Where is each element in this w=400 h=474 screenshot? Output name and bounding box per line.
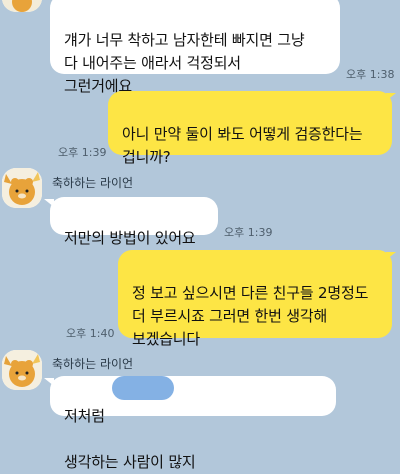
message-text: 생각하는 사람이 많지 bbox=[64, 453, 196, 471]
message-time: 오후 1:39 bbox=[224, 226, 273, 239]
message-bubble-incoming[interactable]: 저처럼 생각하는 사람이 많지 bbox=[50, 376, 336, 471]
bubble-tail bbox=[44, 378, 54, 386]
message-time: 오후 1:39 bbox=[58, 146, 107, 159]
message-bubble-incoming[interactable]: 저만의 방법이 있어요 bbox=[50, 197, 218, 247]
avatar[interactable] bbox=[2, 0, 42, 12]
sender-name: 축하하는 라이언 bbox=[52, 176, 134, 190]
ryan-icon bbox=[2, 350, 42, 390]
ryan-icon bbox=[2, 168, 42, 208]
sender-name: 축하하는 라이언 bbox=[52, 357, 134, 371]
message-bubble-incoming[interactable]: 걔가 너무 착하고 남자한테 빠지면 그냥 다 내어주는 애라서 걱정되서 그런… bbox=[50, 0, 340, 95]
message-time: 오후 1:38 bbox=[346, 68, 395, 81]
message-text: 저만의 방법이 있어요 bbox=[64, 229, 196, 247]
message-text: 정 보고 싶으시면 다른 친구들 2명정도 더 부르시죠 그러면 한번 생각해 … bbox=[132, 284, 369, 348]
bubble-tail bbox=[386, 252, 396, 260]
avatar[interactable] bbox=[2, 350, 42, 390]
redaction-blur bbox=[112, 376, 174, 400]
message-bubble-outgoing[interactable]: 아니 만약 둘이 봐도 어떻게 검증한다는 겁니까? bbox=[108, 91, 392, 166]
avatar[interactable] bbox=[2, 168, 42, 208]
message-text: 아니 만약 둘이 봐도 어떻게 검증한다는 겁니까? bbox=[122, 125, 363, 166]
message-bubble-outgoing[interactable]: 정 보고 싶으시면 다른 친구들 2명정도 더 부르시죠 그러면 한번 생각해 … bbox=[118, 250, 392, 348]
bubble-tail bbox=[44, 199, 54, 207]
message-time: 오후 1:40 bbox=[66, 327, 115, 340]
message-text: 저처럼 bbox=[64, 407, 105, 425]
message-text: 걔가 너무 착하고 남자한테 빠지면 그냥 다 내어주는 애라서 걱정되서 그런… bbox=[64, 31, 305, 95]
bubble-tail bbox=[386, 93, 396, 101]
